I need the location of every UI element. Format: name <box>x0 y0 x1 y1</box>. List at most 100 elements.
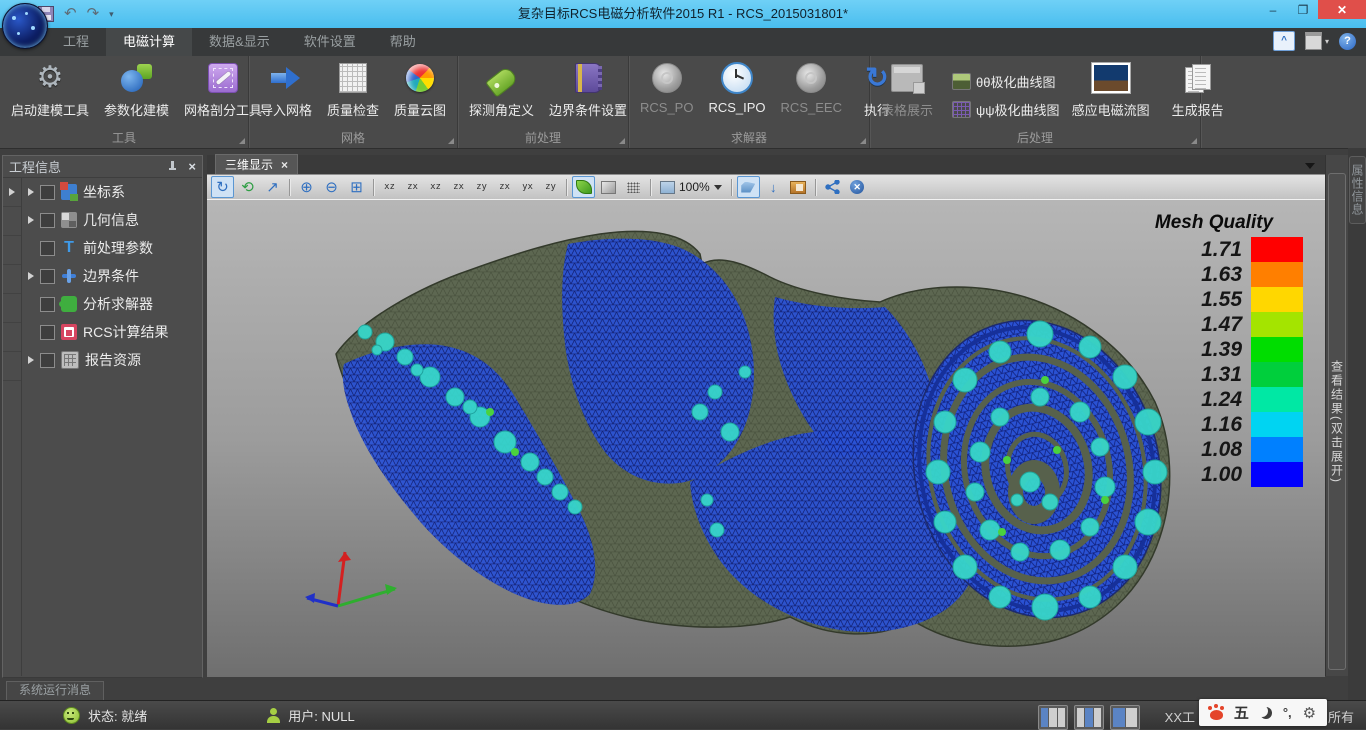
expand-icon[interactable] <box>28 188 34 196</box>
collapse-ribbon-icon[interactable]: ^ <box>1273 31 1295 51</box>
panel-close-icon[interactable]: × <box>188 160 196 173</box>
view-front-button[interactable]: xz <box>379 176 400 198</box>
tree-item-report-resources[interactable]: 报告资源 <box>22 346 202 374</box>
arrow-down-icon[interactable]: ↓ <box>762 176 785 198</box>
view-top-button[interactable]: zy <box>471 176 492 198</box>
rcs-ipo-button[interactable]: RCS_IPO <box>701 59 772 117</box>
tab-em-computation[interactable]: 电磁计算 <box>106 28 192 56</box>
snapshot-icon[interactable] <box>787 176 810 198</box>
quality-check-button[interactable]: 质量检查 <box>320 59 386 121</box>
legend-row: 1.16 <box>1125 412 1303 437</box>
tab-data-display[interactable]: 数据&显示 <box>192 28 287 56</box>
launch-modeling-tool-button[interactable]: ⚙ 启动建模工具 <box>4 59 96 121</box>
undo-icon[interactable]: ↶ <box>64 5 77 23</box>
tab-help[interactable]: 帮助 <box>373 28 433 56</box>
checkbox[interactable] <box>40 241 55 256</box>
tab-3d-display[interactable]: 三维显示 × <box>215 154 298 174</box>
view-right-button[interactable]: zx <box>448 176 469 198</box>
share-icon[interactable] <box>821 176 844 198</box>
import-mesh-button[interactable]: 导入网格 <box>253 59 319 121</box>
dialog-launcher-icon[interactable] <box>1191 138 1197 144</box>
close-button[interactable]: ✕ <box>1318 0 1366 19</box>
parametric-modeling-button[interactable]: 参数化建模 <box>97 59 176 121</box>
legend-swatch <box>1251 312 1303 337</box>
app-logo[interactable] <box>2 3 48 49</box>
view-iso2-button[interactable]: zy <box>540 176 561 198</box>
layout-left-button[interactable] <box>1038 705 1068 730</box>
property-info-tab[interactable]: 属性信息 <box>1349 156 1366 224</box>
dialog-launcher-icon[interactable] <box>860 138 866 144</box>
expand-icon[interactable] <box>28 216 34 224</box>
view-back-button[interactable]: zx <box>402 176 423 198</box>
layout-middle-button[interactable] <box>1074 705 1104 730</box>
checkbox[interactable] <box>40 297 55 312</box>
psi-polarization-curve-button[interactable]: ψψ极化曲线图 <box>952 100 1060 119</box>
theta-polarization-curve-button[interactable]: θθ极化曲线图 <box>952 72 1060 91</box>
tree-item-preprocess-params[interactable]: T 前处理参数 <box>22 234 202 262</box>
surface-pick-icon[interactable] <box>737 176 760 198</box>
tree-item-analysis-solver[interactable]: 分析求解器 <box>22 290 202 318</box>
view-bottom-button[interactable]: zx <box>494 176 515 198</box>
tree-item-coordinate-system[interactable]: 坐标系 <box>22 178 202 206</box>
dialog-launcher-icon[interactable] <box>619 138 625 144</box>
wireframe-mode-icon[interactable] <box>597 176 620 198</box>
ime-wubi-mode[interactable]: 五 <box>1234 702 1249 723</box>
view-results-tab[interactable]: 查看结果(双击展开) <box>1328 173 1346 670</box>
zoom-level-value: 100% <box>679 180 710 194</box>
ime-settings-gear-icon[interactable]: ⚙ <box>1303 704 1316 722</box>
redo-icon[interactable]: ↷ <box>87 5 100 23</box>
style-switcher-button[interactable]: ▾ <box>1305 32 1329 50</box>
pan-icon[interactable]: ↗ <box>261 176 284 198</box>
tab-close-icon[interactable]: × <box>281 159 288 171</box>
expand-icon[interactable] <box>28 356 34 364</box>
tree-item-boundary-conditions[interactable]: 边界条件 <box>22 262 202 290</box>
gear-icon: ⚙ <box>37 62 64 94</box>
expand-icon[interactable] <box>28 272 34 280</box>
ime-logo-icon[interactable] <box>1210 710 1223 720</box>
checkbox[interactable] <box>40 353 55 368</box>
tab-project[interactable]: 工程 <box>46 28 106 56</box>
checkbox[interactable] <box>40 325 55 340</box>
refresh-view-icon[interactable]: ⟲ <box>236 176 259 198</box>
minimize-button[interactable]: – <box>1258 0 1288 19</box>
layout-right-button[interactable] <box>1110 705 1140 730</box>
help-icon[interactable]: ? <box>1339 33 1356 50</box>
shaded-mode-icon[interactable] <box>572 176 595 198</box>
gutter-expand-icon[interactable] <box>9 188 15 196</box>
checkbox[interactable] <box>40 269 55 284</box>
ime-punctuation-toggle[interactable]: °, <box>1283 705 1292 720</box>
legend-swatch <box>1251 387 1303 412</box>
close-view-icon[interactable]: ✕ <box>846 176 869 198</box>
zoom-window-icon[interactable]: ⊞ <box>345 176 368 198</box>
dialog-launcher-icon[interactable] <box>448 138 454 144</box>
tab-list-dropdown-icon[interactable] <box>1305 163 1315 169</box>
checkbox[interactable] <box>40 185 55 200</box>
tab-software-settings[interactable]: 软件设置 <box>287 28 373 56</box>
quick-access-dropdown-icon[interactable]: ▾ <box>109 9 114 20</box>
detection-angle-button[interactable]: 探测角定义 <box>462 59 541 121</box>
checkbox[interactable] <box>40 213 55 228</box>
pin-icon[interactable] <box>169 161 176 172</box>
ime-halfwidth-moon-icon[interactable] <box>1260 707 1272 719</box>
quality-cloud-map-button[interactable]: 质量云图 <box>387 59 453 121</box>
tree-item-rcs-results[interactable]: RCS计算结果 <box>22 318 202 346</box>
grid-mode-icon[interactable] <box>622 176 645 198</box>
view-left-button[interactable]: xz <box>425 176 446 198</box>
induced-current-map-button[interactable]: 感应电磁流图 <box>1065 59 1157 121</box>
legend-row: 1.71 <box>1125 237 1303 262</box>
dialog-launcher-icon[interactable] <box>239 138 245 144</box>
rotate-icon[interactable]: ↻ <box>211 176 234 198</box>
tree-item-geometry-info[interactable]: 几何信息 <box>22 206 202 234</box>
restore-button[interactable]: ❐ <box>1288 0 1318 19</box>
zoom-level-control[interactable]: 100% <box>656 180 726 194</box>
zoom-dropdown-icon[interactable] <box>714 185 722 190</box>
import-arrow-icon <box>271 67 301 89</box>
zoom-in-icon[interactable]: ⊕ <box>295 176 318 198</box>
system-message-tab[interactable]: 系统运行消息 <box>6 681 104 701</box>
view-iso1-button[interactable]: yx <box>517 176 538 198</box>
grid-paper-icon <box>339 63 367 93</box>
3d-viewport[interactable]: Mesh Quality 1.71 1.63 1.55 1.47 1.39 1.… <box>207 199 1325 677</box>
legend-swatch <box>1251 337 1303 362</box>
zoom-out-icon[interactable]: ⊖ <box>320 176 343 198</box>
boundary-condition-settings-button[interactable]: 边界条件设置 <box>542 59 634 121</box>
